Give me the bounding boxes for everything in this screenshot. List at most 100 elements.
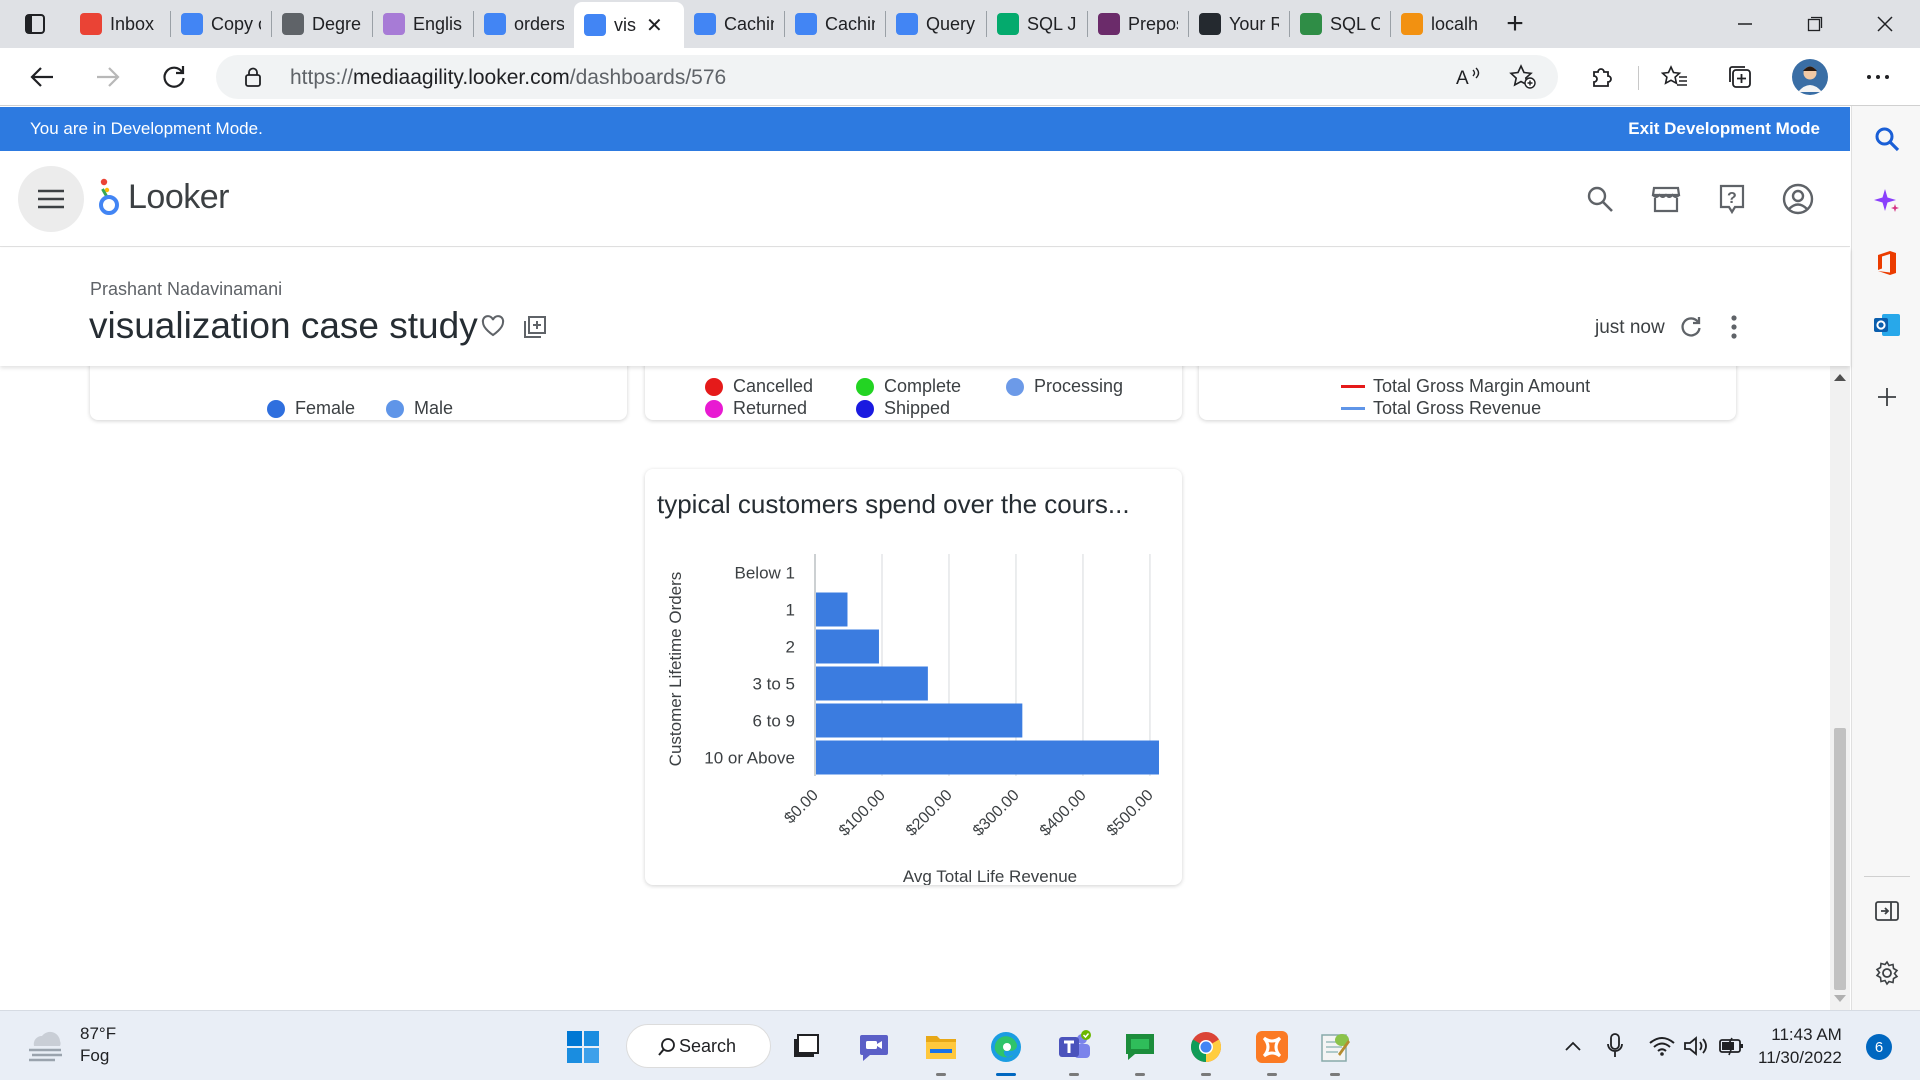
help-icon: ? xyxy=(1719,184,1745,214)
legend-item[interactable]: Male xyxy=(386,398,453,419)
edge-button[interactable] xyxy=(983,1024,1029,1076)
sidebar-outlook-button[interactable] xyxy=(1868,306,1906,344)
sidebar-add-button[interactable] xyxy=(1868,378,1906,416)
marketplace-button[interactable] xyxy=(1648,181,1684,217)
bar[interactable] xyxy=(816,703,1023,738)
sidebar-office-button[interactable] xyxy=(1868,244,1906,282)
favorites-button[interactable] xyxy=(1655,57,1695,97)
legend-item[interactable]: Processing xyxy=(1006,376,1123,397)
restore-icon xyxy=(1807,16,1823,32)
teams-button[interactable] xyxy=(1051,1024,1097,1076)
taskbar-search[interactable]: Search xyxy=(626,1024,771,1068)
scroll-up-arrow-icon[interactable] xyxy=(1834,374,1846,381)
back-button[interactable] xyxy=(22,57,62,97)
chrome-button[interactable] xyxy=(1183,1024,1229,1076)
taskbar-search-label: Search xyxy=(679,1035,737,1056)
notepad-plus-button[interactable] xyxy=(1312,1024,1358,1076)
dashboard-actions-button[interactable] xyxy=(1730,314,1738,345)
browser-tab[interactable]: Cachin xyxy=(684,4,784,44)
browser-tab[interactable]: Degre xyxy=(272,4,372,44)
start-button[interactable] xyxy=(560,1024,606,1070)
extensions-button[interactable] xyxy=(1582,57,1622,97)
bar[interactable] xyxy=(816,629,879,664)
gender-tile[interactable]: Female Male xyxy=(90,366,627,420)
forward-arrow-icon xyxy=(97,67,120,87)
close-window-button[interactable] xyxy=(1850,0,1920,48)
speaker-icon xyxy=(1684,1036,1707,1056)
browser-tab[interactable]: Inbox xyxy=(70,4,170,44)
new-tab-button[interactable]: + xyxy=(1491,0,1539,48)
bar[interactable] xyxy=(816,740,1159,775)
forward-button[interactable] xyxy=(88,57,128,97)
tab-actions-button[interactable] xyxy=(0,0,70,48)
close-tab-icon[interactable]: ✕ xyxy=(646,13,663,38)
scrollbar-thumb[interactable] xyxy=(1834,728,1846,990)
browser-tab[interactable]: Query xyxy=(886,4,986,44)
browser-tab[interactable]: SQL C xyxy=(1290,4,1390,44)
search-button[interactable] xyxy=(1582,181,1618,217)
legend-item[interactable]: Total Gross Margin Amount xyxy=(1341,376,1590,397)
sidebar-settings-button[interactable] xyxy=(1868,954,1906,992)
add-favorite-icon[interactable] xyxy=(1509,64,1537,90)
battery-button[interactable] xyxy=(1714,1011,1750,1080)
browser-tab[interactable]: Copy c xyxy=(171,4,271,44)
xampp-button[interactable] xyxy=(1249,1024,1295,1076)
account-button[interactable] xyxy=(1780,181,1816,217)
dashboard-scrollbar[interactable] xyxy=(1830,366,1850,1010)
wifi-button[interactable] xyxy=(1644,1011,1680,1080)
browser-tab[interactable]: Your R xyxy=(1189,4,1289,44)
minimize-button[interactable] xyxy=(1710,0,1780,48)
add-to-board-button[interactable] xyxy=(522,314,548,345)
notification-badge[interactable]: 6 xyxy=(1866,1034,1892,1060)
order-status-tile[interactable]: Cancelled Complete Processing Returned Shipp… xyxy=(645,366,1182,420)
settings-more-button[interactable] xyxy=(1858,57,1898,97)
browser-tab[interactable]: orders xyxy=(474,4,574,44)
help-button[interactable]: ? xyxy=(1714,181,1750,217)
volume-button[interactable] xyxy=(1678,1011,1714,1080)
restore-button[interactable] xyxy=(1780,0,1850,48)
teams-chat-button[interactable] xyxy=(851,1024,897,1070)
scroll-down-arrow-icon[interactable] xyxy=(1834,995,1846,1002)
weather-widget[interactable]: 87°F Fog xyxy=(26,1023,116,1067)
profile-button[interactable] xyxy=(1790,57,1830,97)
running-indicator xyxy=(1330,1073,1340,1076)
looker-logo[interactable]: Looker xyxy=(96,177,229,217)
legend-label: Total Gross Margin Amount xyxy=(1373,376,1591,396)
bar[interactable] xyxy=(816,666,928,701)
messaging-app-button[interactable] xyxy=(1117,1024,1163,1076)
collections-button[interactable] xyxy=(1720,57,1760,97)
browser-tab[interactable]: English xyxy=(373,4,473,44)
read-aloud-icon[interactable]: A xyxy=(1456,65,1482,89)
task-view-button[interactable] xyxy=(783,1024,829,1070)
address-bar[interactable]: https://mediaagility.looker.com/dashboar… xyxy=(216,55,1558,99)
y-category-label: 2 xyxy=(786,638,795,657)
browser-tab[interactable]: localh xyxy=(1391,4,1491,44)
browser-tab[interactable]: Prepos xyxy=(1088,4,1188,44)
sidebar-search-button[interactable] xyxy=(1868,120,1906,158)
bar[interactable] xyxy=(816,592,848,627)
microphone-button[interactable] xyxy=(1597,1011,1633,1080)
system-clock[interactable]: 11:43 AM 11/30/2022 xyxy=(1758,1023,1842,1069)
legend-item[interactable]: Cancelled xyxy=(705,376,813,397)
browser-tab[interactable]: vis ✕ xyxy=(574,2,684,48)
browser-tab[interactable]: SQL Jo xyxy=(987,4,1087,44)
browser-tab[interactable]: Cachin xyxy=(785,4,885,44)
legend-item[interactable]: Complete xyxy=(856,376,961,397)
legend-item[interactable]: Total Gross Revenue xyxy=(1341,398,1541,419)
dashboard-title: visualization case study xyxy=(89,305,478,346)
chevron-up-icon xyxy=(1565,1041,1581,1051)
reload-dashboard-button[interactable] xyxy=(1678,314,1704,345)
legend-item[interactable]: Female xyxy=(267,398,355,419)
lifetime-revenue-chart-tile[interactable]: typical customers spend over the cours..… xyxy=(645,469,1182,885)
revenue-tile[interactable]: Total Gross Margin Amount Total Gross Rev… xyxy=(1199,366,1736,420)
show-hidden-icons-button[interactable] xyxy=(1555,1011,1591,1080)
favorite-button[interactable] xyxy=(480,314,506,343)
file-explorer-button[interactable] xyxy=(918,1024,964,1076)
sidebar-copilot-button[interactable] xyxy=(1868,182,1906,220)
sidebar-collapse-button[interactable] xyxy=(1868,892,1906,930)
main-menu-button[interactable] xyxy=(18,166,84,232)
legend-item[interactable]: Returned xyxy=(705,398,807,419)
reload-button[interactable] xyxy=(154,57,194,97)
exit-development-mode-link[interactable]: Exit Development Mode xyxy=(1628,119,1820,139)
legend-item[interactable]: Shipped xyxy=(856,398,950,419)
